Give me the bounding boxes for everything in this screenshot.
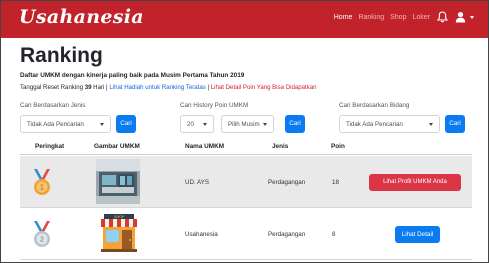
reset-prefix: Tanggal Reset Ranking [20,84,85,91]
umkm-name: UD. AYS [185,179,209,186]
filter-bidang-label: Cari Berdasarkan Bidang [339,102,410,109]
nav-home[interactable]: Home [334,14,353,21]
chevron-down-icon [203,123,207,126]
jenis-search-button[interactable]: Cari [116,115,136,133]
season-select-value: Pilih Musim [228,121,260,128]
medal-icon: 2 [34,221,50,247]
page-title: Ranking [20,44,103,67]
link-hadiah[interactable]: Lihat Hadiah untuk Ranking Teratas [109,84,205,91]
umkm-name: Usahanesia [185,231,218,238]
header-peringkat: Peringkat [35,143,65,150]
svg-text:SHOP: SHOP [114,215,124,219]
view-profile-button[interactable]: Lihat Profil UMKM Anda [369,174,461,191]
chevron-down-icon [100,123,104,126]
navbar: Usahanesia Home Ranking Shop Loker [1,1,488,38]
table-row: 1 UD. AYS Perdagangan 18 Lihat Profil UM… [20,156,472,208]
user-icon[interactable] [455,11,466,23]
nav-links: Home Ranking Shop Loker [334,14,430,21]
jenis-select-value: Tidak Ada Pencarian [27,121,84,128]
filter-jenis-label: Cari Berdasarkan Jenis [20,102,86,109]
reset-info: Tanggal Reset Ranking 39 Hari | Lihat Ha… [20,84,317,91]
reset-suffix: Hari | [91,84,110,91]
bidang-select[interactable]: Tidak Ada Pencarian [339,115,440,133]
filter-history-label: Cari History Poin UMKM [180,102,249,109]
history-search-button[interactable]: Cari [285,115,305,133]
header-nama: Nama UMKM [185,143,225,150]
umkm-poin: 8 [332,231,336,238]
bidang-search-button[interactable]: Cari [445,115,465,133]
chevron-down-icon [429,123,433,126]
nav-ranking[interactable]: Ranking [358,14,384,21]
view-detail-button[interactable]: Lihat Detail [395,226,440,243]
header-jenis: Jenis [272,143,289,150]
chevron-down-icon [263,123,267,126]
table-header: Peringkat Gambar UMKM Nama UMKM Jenis Po… [20,141,472,155]
jenis-select[interactable]: Tidak Ada Pencarian [20,115,111,133]
umkm-poin: 18 [332,179,339,186]
chevron-down-icon[interactable] [470,16,474,19]
shop-icon: SHOP [101,214,137,252]
year-select[interactable]: 20 [180,115,214,133]
nav-shop[interactable]: Shop [390,14,406,21]
nav-loker[interactable]: Loker [412,14,430,21]
umkm-jenis: Perdagangan [268,231,306,238]
link-detail-poin[interactable]: Lihat Detail Poin Yang Bisa Didapatkan [211,84,317,91]
bell-icon[interactable] [437,11,448,23]
rank-number: 2 [40,236,44,244]
year-select-value: 20 [187,121,194,128]
umkm-photo [96,159,140,204]
bidang-select-value: Tidak Ada Pencarian [346,121,403,128]
page-subtitle: Daftar UMKM dengan kinerja paling baik p… [20,72,245,79]
header-poin: Poin [331,143,345,150]
rank-number: 1 [40,184,44,192]
season-select[interactable]: Pilih Musim [221,115,274,133]
header-gambar: Gambar UMKM [94,143,140,150]
brand-logo[interactable]: Usahanesia [19,6,144,28]
medal-icon: 1 [34,169,50,195]
umkm-jenis: Perdagangan [268,179,306,186]
table-row: 2 SHOP Usahanesia Perdagangan 8 Lihat De… [20,208,472,260]
